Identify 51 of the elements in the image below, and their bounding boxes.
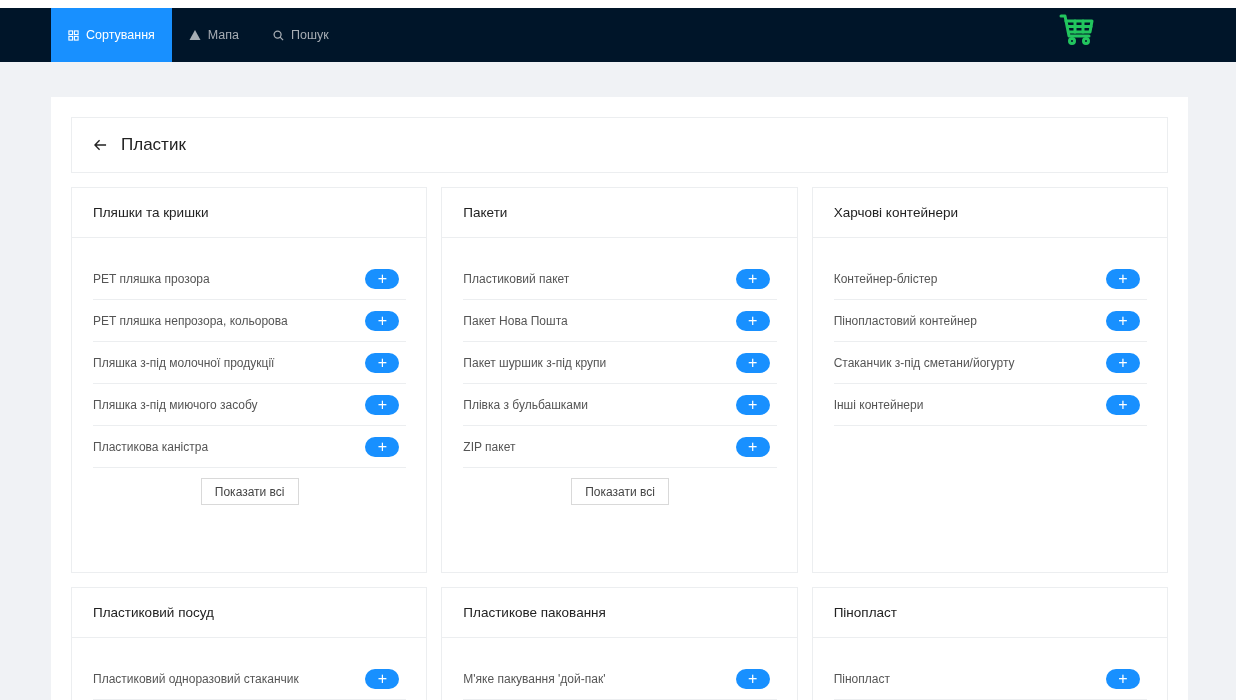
triangle-icon xyxy=(188,29,201,41)
add-button[interactable]: + xyxy=(1106,394,1140,415)
nav-tab[interactable]: Сортування xyxy=(51,8,172,62)
item-name: Контейнер-блістер xyxy=(833,271,938,286)
item-name: Пінопласт xyxy=(833,671,890,686)
item-name: Пакет Нова Пошта xyxy=(463,313,568,328)
card-title: Пластиковий посуд xyxy=(93,605,214,620)
add-button[interactable]: + xyxy=(735,310,770,331)
item-name: Стаканчик з-під сметани/йогурту xyxy=(833,355,1015,370)
card-title: Пінопласт xyxy=(833,605,897,620)
show-all-button[interactable]: Показати всі xyxy=(200,478,299,505)
item-name: Пластиковий пакет xyxy=(463,271,570,286)
add-button[interactable]: + xyxy=(735,352,770,373)
nav-tab[interactable]: Мапа xyxy=(171,8,257,62)
add-button[interactable]: + xyxy=(735,668,770,689)
item-name: ZIP пакет xyxy=(463,439,516,454)
show-all-button[interactable]: Показати всі xyxy=(571,478,669,505)
item-name: Пластикова каністра xyxy=(93,439,209,454)
item-name: Пляшка з-під молочної продукції xyxy=(93,355,275,370)
add-button[interactable]: + xyxy=(1106,668,1140,689)
add-button[interactable]: + xyxy=(365,352,400,373)
add-button[interactable]: + xyxy=(365,310,400,331)
item-name: Пляшка з-під миючого засобу xyxy=(93,397,258,412)
item-name: Плівка з бульбашками xyxy=(463,397,588,412)
item-name: Пакет шуршик з-під крупи xyxy=(463,355,607,370)
add-button[interactable]: + xyxy=(365,668,400,689)
item-name: PET пляшка прозора xyxy=(93,271,210,286)
nav-tab[interactable]: Пошук xyxy=(256,8,346,62)
card-title: Пластикове паковання xyxy=(463,605,606,620)
add-button[interactable]: + xyxy=(735,436,770,457)
grid-icon xyxy=(68,29,79,41)
item-name: М'яке пакування 'дой-пак' xyxy=(463,671,606,686)
card-title: Харчові контейнери xyxy=(833,205,958,220)
back-arrow-icon[interactable] xyxy=(94,139,107,151)
add-button[interactable]: + xyxy=(1106,310,1140,331)
add-button[interactable]: + xyxy=(735,394,770,415)
card-title: Пакети xyxy=(463,205,508,220)
add-button[interactable]: + xyxy=(365,268,400,289)
page-title: Пластик xyxy=(121,135,186,155)
cart-icon[interactable] xyxy=(1059,14,1095,46)
search-icon xyxy=(273,29,285,41)
item-name: Пінопластовий контейнер xyxy=(833,313,977,328)
add-button[interactable]: + xyxy=(365,394,400,415)
add-button[interactable]: + xyxy=(735,268,770,289)
item-name: Пластиковий одноразовий стаканчик xyxy=(93,671,299,686)
add-button[interactable]: + xyxy=(1106,352,1140,373)
item-name: PET пляшка непрозора, кольорова xyxy=(93,313,288,328)
add-button[interactable]: + xyxy=(365,436,400,457)
item-name: Інші контейнери xyxy=(833,397,924,412)
add-button[interactable]: + xyxy=(1106,268,1140,289)
card-title: Пляшки та кришки xyxy=(93,205,209,220)
